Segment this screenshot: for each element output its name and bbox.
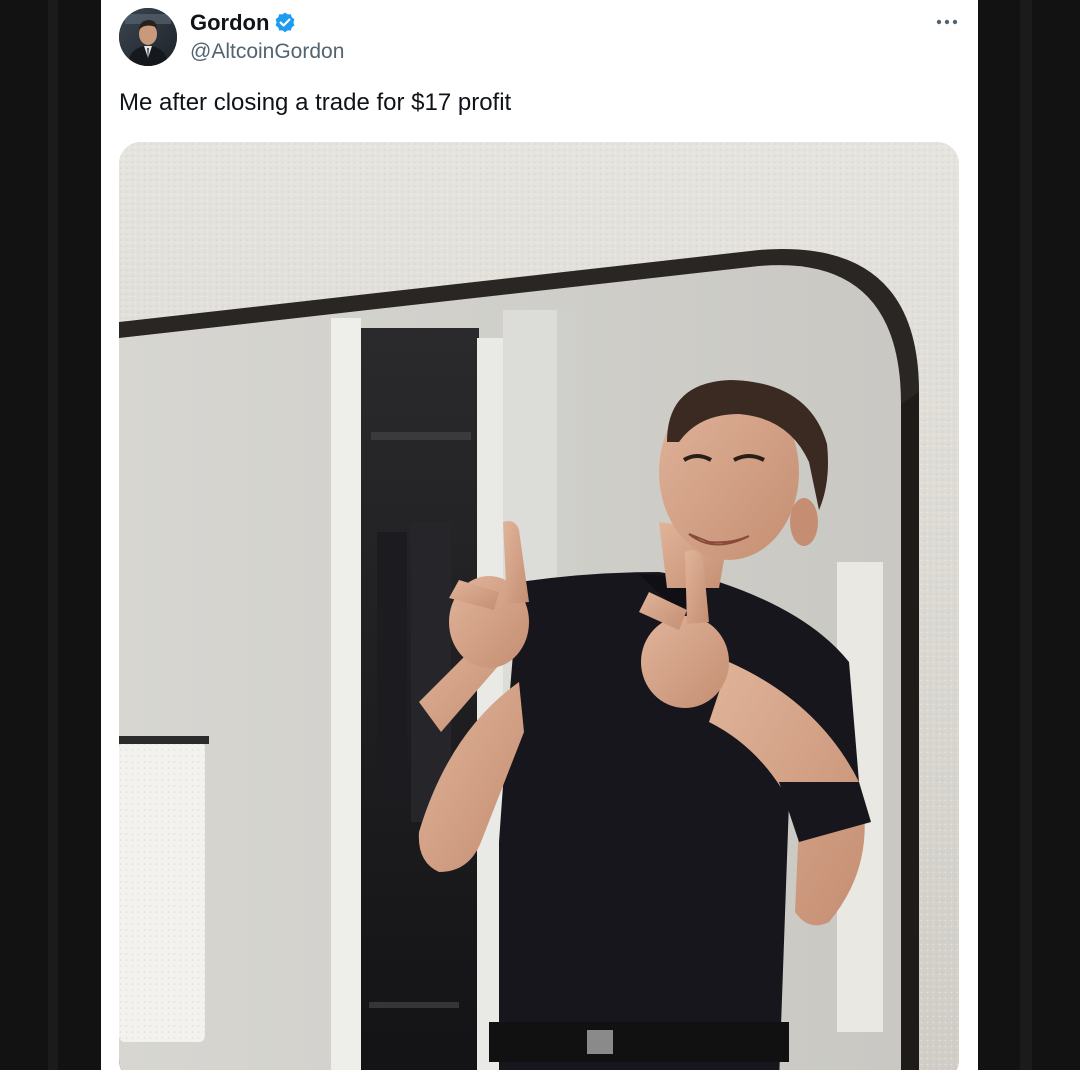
tweet-media-photo[interactable] [119,142,959,1070]
tweet-text: Me after closing a trade for $17 profit [119,89,512,116]
screenshot-page: Gordon @AltcoinGordon Me after closing a… [0,0,1080,1070]
author-name-row[interactable]: Gordon [190,10,297,36]
more-icon [936,19,958,25]
background-strip [48,0,58,1070]
verified-badge-icon [276,12,295,33]
author-handle[interactable]: @AltcoinGordon [190,40,344,64]
tweet-card: Gordon @AltcoinGordon Me after closing a… [101,0,978,1070]
background-strip [1020,0,1032,1070]
meme-photo [119,142,959,1070]
more-button[interactable] [933,10,961,30]
avatar[interactable] [119,8,177,66]
avatar-image [119,8,177,66]
author-name[interactable]: Gordon [190,10,269,36]
